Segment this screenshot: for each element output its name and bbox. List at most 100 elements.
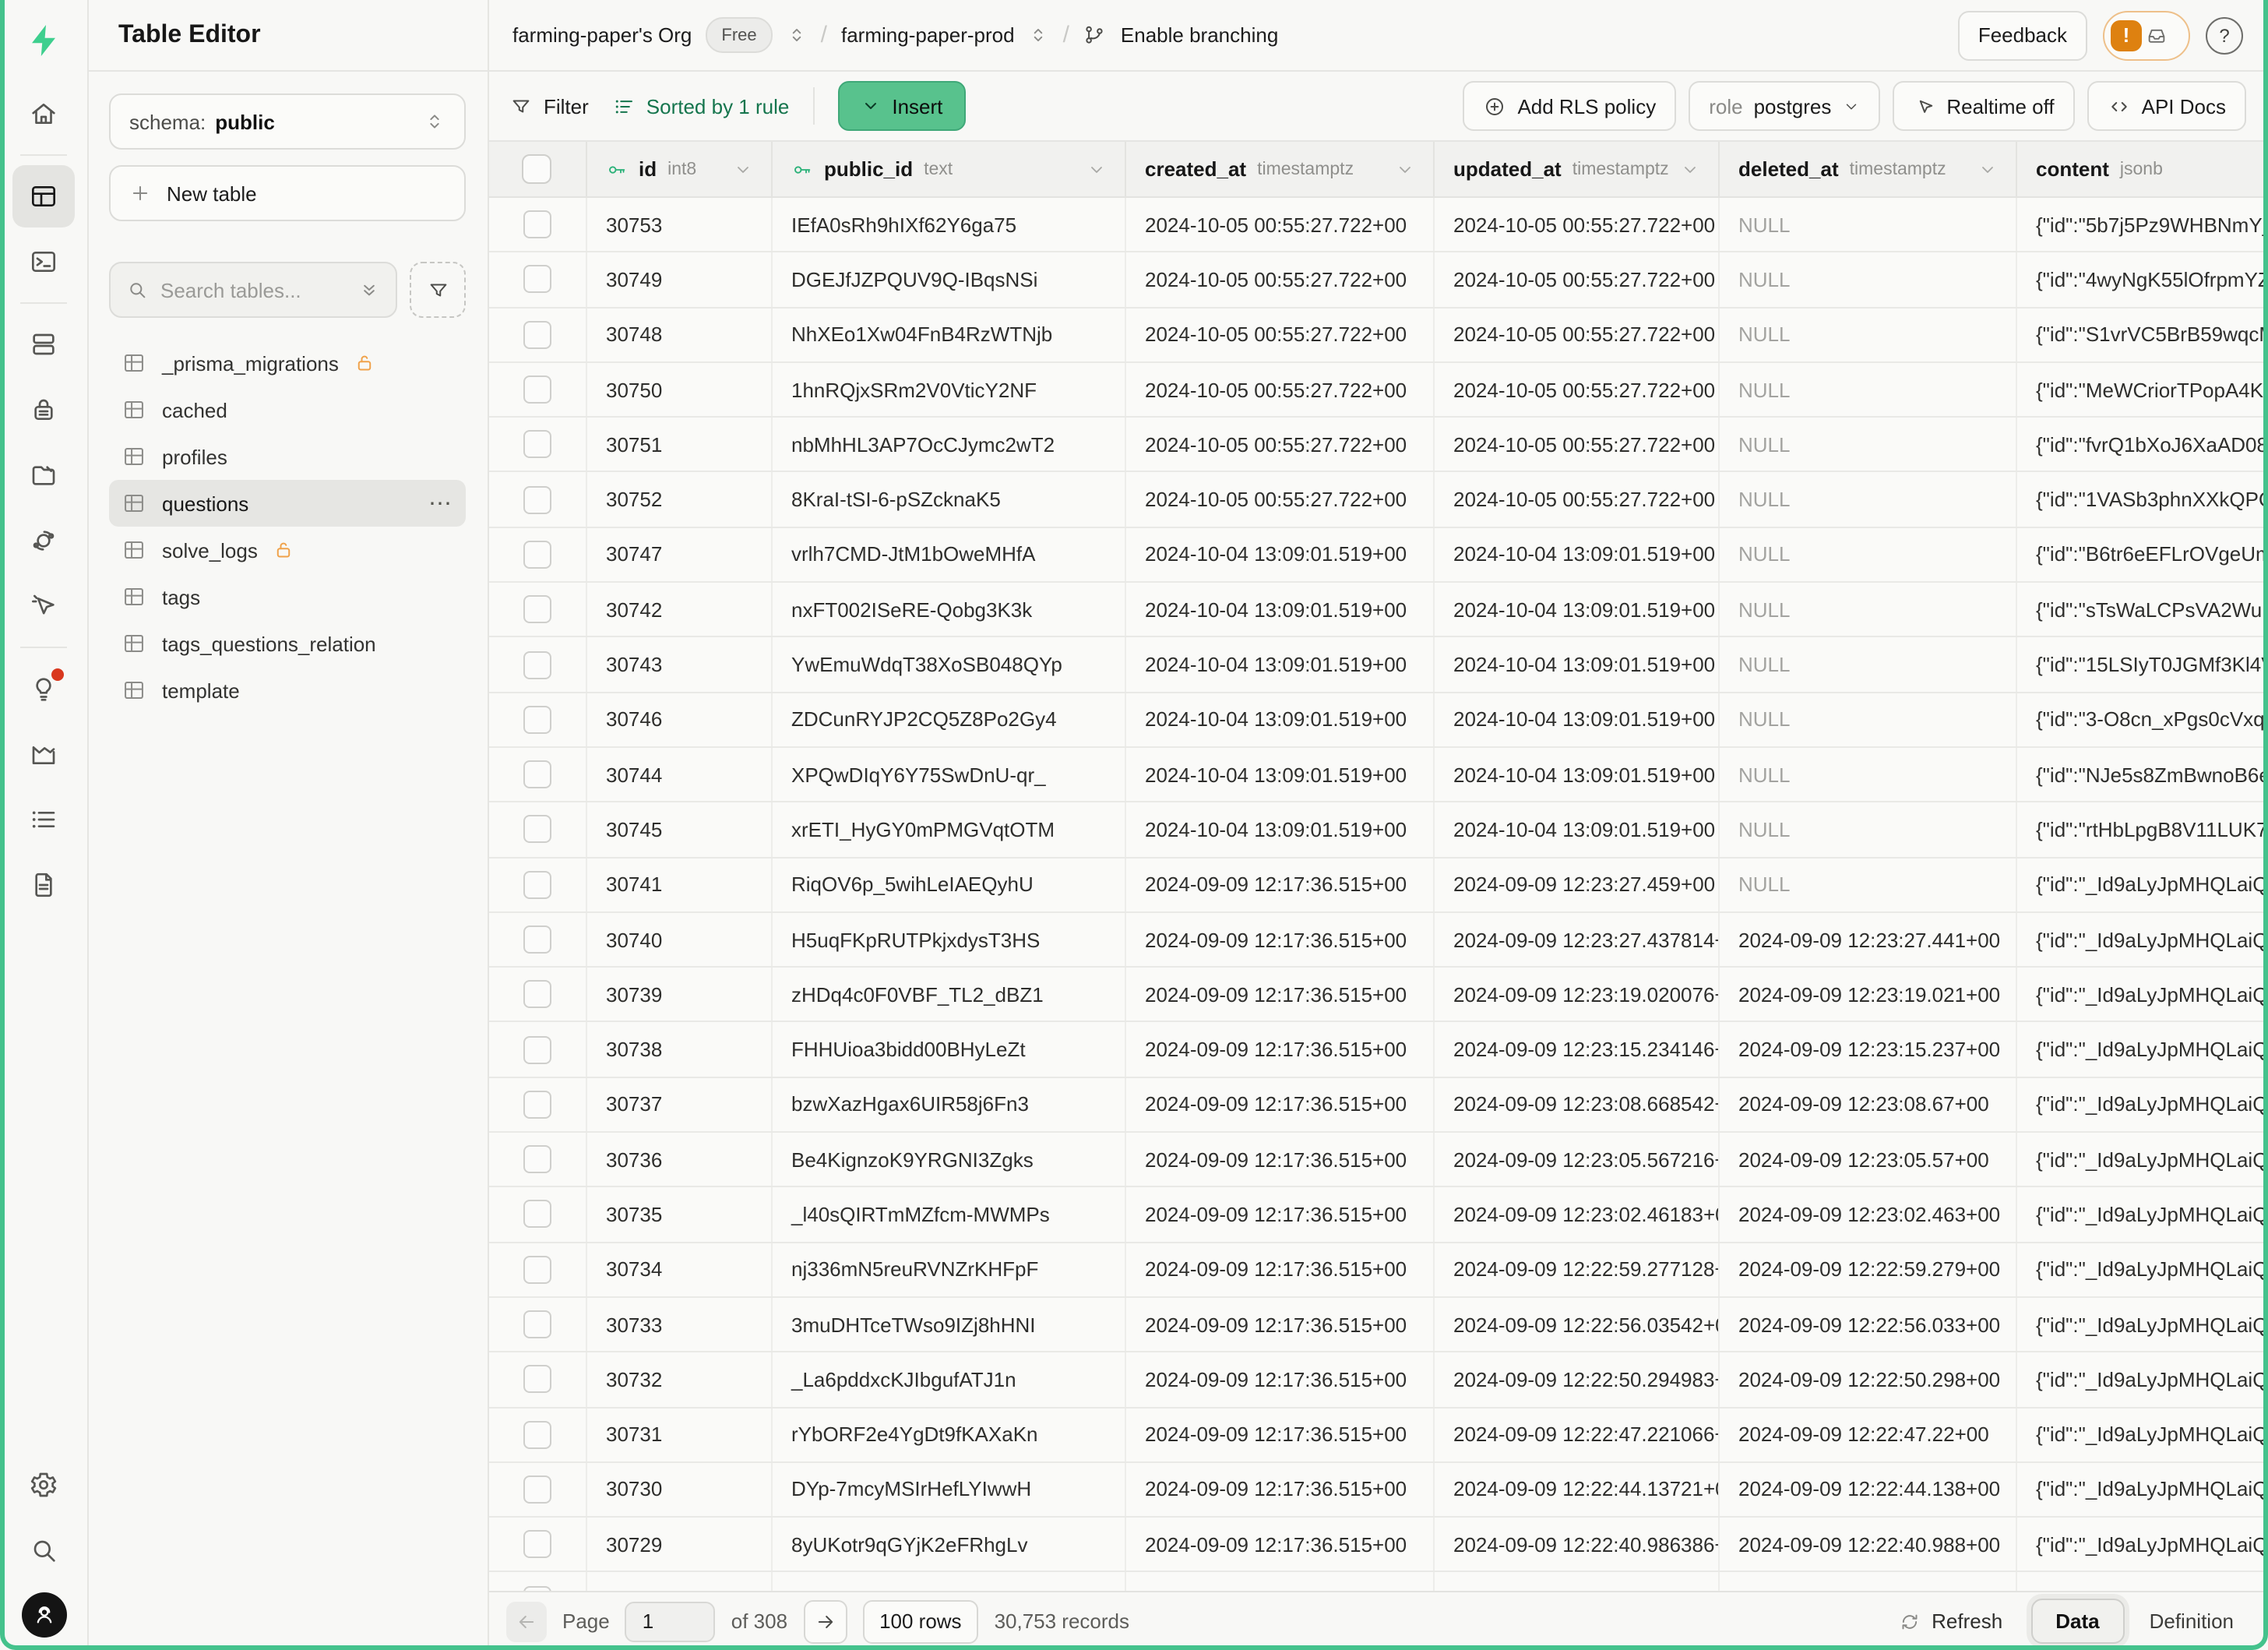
cell-created_at[interactable]: 2024-09-09 12:17:36.515+00 [1126, 1408, 1435, 1461]
cell-public_id[interactable]: FHHUioa3bidd00BHyLeZt [773, 1023, 1126, 1077]
table-row[interactable]: 307298yUKotr9qGYjK2eFRhgLv2024-09-09 12:… [488, 1518, 2268, 1573]
cell-content[interactable]: {"id":"4wyNgK55lOfrpmYZo [2017, 253, 2268, 307]
cell-id[interactable]: 30748 [587, 308, 773, 361]
cell-id[interactable]: 30744 [587, 748, 773, 802]
table-row[interactable]: 30734nj336mN5reuRVNZrKHFpF2024-09-09 12:… [488, 1243, 2268, 1298]
cell-deleted_at[interactable]: 2024-09-09 12:22:44.138+00 [1720, 1463, 2017, 1517]
table-row[interactable]: 307333muDHTceTWso9IZj8hHNI2024-09-09 12:… [488, 1298, 2268, 1353]
cell-content[interactable]: {"id":"NJe5s8ZmBwnoB6e3s [2017, 748, 2268, 802]
sidebar-table-item[interactable]: template [109, 667, 466, 714]
schema-select[interactable]: schema: public [109, 93, 466, 150]
column-header[interactable]: deleted_at timestamptz [1720, 142, 2017, 196]
sidebar-table-item[interactable]: solve_logs [109, 527, 466, 573]
table-row[interactable]: 30746ZDCunRYJP2CQ5Z8Po2Gy42024-10-04 13:… [488, 693, 2268, 748]
add-rls-policy-button[interactable]: Add RLS policy [1463, 81, 1676, 131]
rows-per-page-button[interactable]: 100 rows [862, 1599, 979, 1643]
cell-content[interactable]: {"id":"1VASb3phnXXkQPCpv [2017, 473, 2268, 527]
row-checkbox[interactable] [523, 541, 551, 569]
cell-deleted_at[interactable]: NULL [1720, 363, 2017, 417]
updown-chevron-icon[interactable] [1029, 25, 1049, 45]
column-header[interactable]: public_id text [773, 142, 1126, 196]
cell-created_at[interactable]: 2024-10-05 00:55:27.722+00 [1126, 363, 1435, 417]
nav-database[interactable] [12, 313, 75, 375]
cell-content[interactable]: {"id":"_Id9aLyJpMHQLaiQG [2017, 858, 2268, 911]
cell-updated_at[interactable]: 2024-10-05 00:55:27.722+00 [1435, 198, 1720, 252]
row-checkbox[interactable] [523, 595, 551, 623]
column-header[interactable]: id int8 [587, 142, 773, 196]
table-row[interactable]: 30748NhXEo1Xw04FnB4RzWTNjb2024-10-05 00:… [488, 308, 2268, 363]
row-checkbox[interactable] [523, 1145, 551, 1173]
plan-badge[interactable]: Free [706, 17, 772, 53]
cell-updated_at[interactable]: 2024-09-09 12:22:37.955419+00 [1435, 1573, 1720, 1591]
table-row[interactable]: 30737bzwXazHgax6UIR58j6Fn32024-09-09 12:… [488, 1078, 2268, 1133]
cell-content[interactable]: {"id":"_Id9aLyJpMHQLaiQG [2017, 1188, 2268, 1242]
api-docs-button[interactable]: API Docs [2087, 81, 2246, 131]
row-checkbox[interactable] [523, 210, 551, 238]
row-checkbox[interactable] [523, 816, 551, 844]
table-item-menu-icon[interactable]: ⋯ [428, 489, 453, 517]
cell-created_at[interactable]: 2024-10-05 00:55:27.722+00 [1126, 198, 1435, 252]
cell-updated_at[interactable]: 2024-09-09 12:22:40.986386+00 [1435, 1518, 1720, 1571]
chevron-down-icon[interactable] [734, 160, 752, 178]
cell-content[interactable]: {"id":"fvrQ1bXoJ6XaAD08G [2017, 418, 2268, 471]
cell-public_id[interactable]: zHDq4c0F0VBF_TL2_dBZ1 [773, 968, 1126, 1021]
column-header[interactable]: content jsonb [2017, 142, 2268, 196]
nav-realtime[interactable] [12, 575, 75, 637]
cell-id[interactable]: 30753 [587, 198, 773, 252]
cell-created_at[interactable]: 2024-10-04 13:09:01.519+00 [1126, 583, 1435, 636]
cell-id[interactable]: 30733 [587, 1298, 773, 1352]
cell-updated_at[interactable]: 2024-10-04 13:09:01.519+00 [1435, 638, 1720, 692]
cell-created_at[interactable]: 2024-10-05 00:55:27.722+00 [1126, 308, 1435, 361]
sidebar-table-item[interactable]: cached [109, 386, 466, 433]
updown-chevron-icon[interactable] [787, 25, 807, 45]
cell-deleted_at[interactable]: 2024-09-09 12:22:40.988+00 [1720, 1518, 2017, 1571]
cell-content[interactable]: {"id":"_Id9aLyJpMHQLaiQG [2017, 1298, 2268, 1352]
cell-content[interactable]: {"id":"_Id9aLyJpMHQLaiQG [2017, 1463, 2268, 1517]
help-button[interactable]: ? [2206, 16, 2243, 54]
table-row[interactable]: 30743YwEmuWdqT38XoSB048QYp2024-10-04 13:… [488, 638, 2268, 693]
cell-created_at[interactable]: 2024-09-09 12:17:36.515+00 [1126, 1023, 1435, 1077]
nav-api-docs[interactable] [12, 854, 75, 916]
cell-deleted_at[interactable]: 2024-09-09 12:23:05.57+00 [1720, 1133, 2017, 1186]
cell-content[interactable]: {"id":"_Id9aLyJpMHQLaiQG [2017, 913, 2268, 967]
cell-deleted_at[interactable]: NULL [1720, 638, 2017, 692]
cell-deleted_at[interactable]: 2024-09-09 12:22:59.279+00 [1720, 1243, 2017, 1296]
cell-updated_at[interactable]: 2024-09-09 12:22:59.277128+00 [1435, 1243, 1720, 1296]
notifications-button[interactable]: ! [2103, 10, 2190, 60]
cell-updated_at[interactable]: 2024-09-09 12:22:50.294983+00 [1435, 1352, 1720, 1406]
cell-created_at[interactable]: 2024-09-09 12:17:36.515+00 [1126, 1188, 1435, 1242]
cell-id[interactable]: 30735 [587, 1188, 773, 1242]
cell-deleted_at[interactable]: 2024-09-09 12:22:47.22+00 [1720, 1408, 2017, 1461]
sidebar-table-item[interactable]: tags [109, 573, 466, 620]
cell-deleted_at[interactable]: NULL [1720, 308, 2017, 361]
cell-content[interactable]: {"id":"MeWCriorTPopA4Kc9 [2017, 363, 2268, 417]
cell-created_at[interactable]: 2024-10-04 13:09:01.519+00 [1126, 803, 1435, 857]
cell-id[interactable]: 30749 [587, 253, 773, 307]
cell-public_id[interactable]: vrlh7CMD-JtM1bOweMHfA [773, 528, 1126, 582]
realtime-toggle-button[interactable]: Realtime off [1892, 81, 2074, 131]
cell-public_id[interactable]: rYbORF2e4YgDt9fKAXaKn [773, 1408, 1126, 1461]
cell-public_id[interactable]: XPQwDIqY6Y75SwDnU-qr_ [773, 748, 1126, 802]
cell-public_id[interactable]: DGEJfJZPQUV9Q-IBqsNSi [773, 253, 1126, 307]
cell-public_id[interactable]: 8KraI-tSI-6-pSZcknaK5 [773, 473, 1126, 527]
cell-public_id[interactable]: xrETI_HyGY0mPMGVqtOTM [773, 803, 1126, 857]
table-row[interactable]: 307501hnRQjxSRm2V0VticY2NF2024-10-05 00:… [488, 363, 2268, 418]
cell-id[interactable]: 30728 [587, 1573, 773, 1591]
cell-updated_at[interactable]: 2024-09-09 12:23:27.459+00 [1435, 858, 1720, 911]
cell-id[interactable]: 30743 [587, 638, 773, 692]
refresh-button[interactable]: Refresh [1899, 1609, 2002, 1633]
table-row[interactable]: 30740H5uqFKpRUTPkjxdysT3HS2024-09-09 12:… [488, 913, 2268, 968]
cell-updated_at[interactable]: 2024-10-04 13:09:01.519+00 [1435, 748, 1720, 802]
row-checkbox[interactable] [523, 981, 551, 1009]
cell-content[interactable]: {"id":"rtHbLpgB8V11LUK7152 [2017, 803, 2268, 857]
filter-button[interactable]: Filter [509, 94, 589, 118]
cell-public_id[interactable]: _l40sQIRTmMZfcm-MWMPs [773, 1188, 1126, 1242]
supabase-logo[interactable] [0, 0, 87, 81]
row-checkbox[interactable] [523, 1475, 551, 1504]
cell-content[interactable]: {"id":"_Id9aLyJpMHQLaiQG [2017, 1573, 2268, 1591]
table-row[interactable]: 307280L5BAfDaLDl5rQOiqeKPO2024-09-09 12:… [488, 1573, 2268, 1591]
cell-deleted_at[interactable]: NULL [1720, 253, 2017, 307]
table-row[interactable]: 30742nxFT002ISeRE-Qobg3K3k2024-10-04 13:… [488, 583, 2268, 638]
org-name[interactable]: farming-paper's Org [512, 23, 692, 47]
nav-table-editor[interactable] [12, 165, 75, 227]
